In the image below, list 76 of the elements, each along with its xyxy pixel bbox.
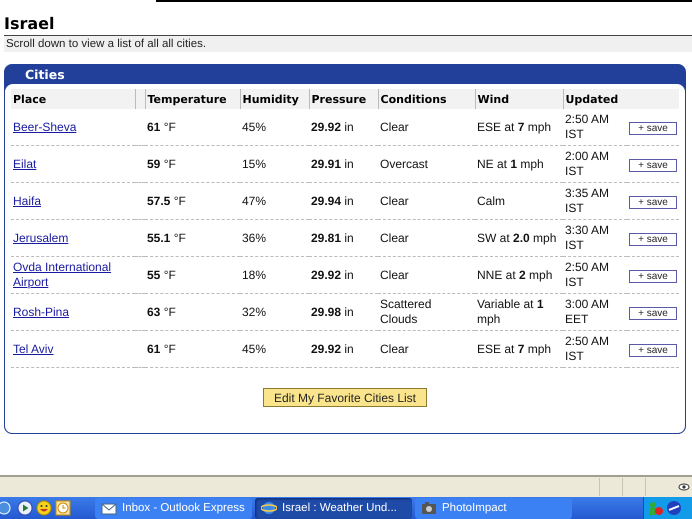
panel-title: Cities bbox=[25, 67, 65, 82]
column-header: Wind bbox=[475, 89, 563, 109]
save-button[interactable]: + save bbox=[629, 158, 677, 172]
updated-cell: 2:50 AM IST bbox=[565, 260, 610, 289]
temperature-cell: 61 °F bbox=[147, 120, 176, 134]
conditions-cell: Scattered Clouds bbox=[380, 297, 432, 326]
scroll-hint: Scroll down to view a list of all all cities. bbox=[6, 38, 206, 50]
temperature-cell: 57.5 °F bbox=[147, 194, 186, 208]
pressure-cell: 29.98 in bbox=[311, 304, 354, 318]
save-button[interactable]: + save bbox=[629, 306, 677, 320]
pressure-cell: 29.92 in bbox=[311, 342, 354, 356]
wind-cell: Variable at 1 mph bbox=[477, 297, 544, 326]
column-header: Conditions bbox=[378, 89, 475, 109]
humidity-cell: 45% bbox=[242, 120, 266, 134]
save-button[interactable]: + save bbox=[629, 196, 677, 208]
eye-icon bbox=[678, 481, 690, 493]
column-header: Temperature bbox=[145, 89, 240, 109]
temperature-cell: 61 °F bbox=[147, 342, 176, 356]
browser-icon bbox=[261, 500, 277, 516]
humidity-cell: 45% bbox=[242, 342, 266, 356]
updated-cell: 3:35 AM IST bbox=[565, 186, 610, 215]
temperature-cell: 55 °F bbox=[147, 268, 176, 282]
city-link[interactable]: Rosh-Pina bbox=[13, 304, 70, 320]
updated-cell: 2:50 AM IST bbox=[565, 334, 610, 363]
column-header: Updated bbox=[563, 89, 679, 109]
column-header: Pressure bbox=[309, 89, 378, 109]
wind-cell: NE at 1 mph bbox=[477, 156, 544, 170]
humidity-cell: 18% bbox=[242, 268, 266, 282]
conditions-cell: Clear bbox=[380, 342, 409, 356]
wind-cell: ESE at 7 mph bbox=[477, 342, 552, 356]
save-button[interactable]: + save bbox=[629, 344, 677, 356]
conditions-cell: Overcast bbox=[380, 156, 428, 170]
conditions-cell: Clear bbox=[380, 230, 409, 244]
updated-cell: 2:50 AM IST bbox=[565, 112, 610, 141]
taskbar-button[interactable]: PhotoImpact bbox=[415, 498, 572, 518]
pressure-cell: 29.91 in bbox=[311, 156, 354, 170]
play-icon[interactable] bbox=[17, 500, 33, 516]
temperature-cell: 63 °F bbox=[147, 304, 176, 318]
humidity-cell: 36% bbox=[242, 230, 266, 244]
updated-cell: 2:00 AM IST bbox=[565, 149, 610, 178]
pressure-cell: 29.92 in bbox=[311, 268, 354, 282]
wind-cell: ESE at 7 mph bbox=[477, 120, 552, 134]
wind-cell: Calm bbox=[477, 194, 506, 208]
edit-favorites-button[interactable]: Edit My Favorite Cities List bbox=[262, 388, 428, 407]
city-link[interactable]: Eilat bbox=[13, 156, 36, 172]
updated-cell: 3:30 AM IST bbox=[565, 223, 610, 252]
save-button[interactable]: + save bbox=[629, 122, 677, 134]
city-link[interactable]: Ovda International Airport bbox=[13, 260, 133, 290]
pressure-cell: 29.81 in bbox=[311, 230, 354, 244]
city-link[interactable]: Beer-Sheva bbox=[13, 120, 76, 134]
city-link[interactable]: Haifa bbox=[13, 194, 42, 208]
clock-icon[interactable] bbox=[55, 500, 71, 516]
updated-cell: 3:00 AM EET bbox=[565, 297, 610, 326]
pressure-cell: 29.92 in bbox=[311, 120, 354, 134]
pressure-cell: 29.94 in bbox=[311, 194, 354, 208]
temperature-cell: 55.1 °F bbox=[147, 230, 186, 244]
city-link[interactable]: Tel Aviv bbox=[13, 342, 54, 356]
save-button[interactable]: + save bbox=[629, 270, 677, 282]
conditions-cell: Clear bbox=[380, 268, 409, 282]
humidity-cell: 15% bbox=[242, 156, 266, 170]
conditions-cell: Clear bbox=[380, 120, 409, 134]
save-button[interactable]: + save bbox=[629, 232, 677, 246]
humidity-cell: 47% bbox=[242, 194, 266, 208]
network-icon[interactable] bbox=[666, 500, 682, 516]
camera-icon bbox=[421, 500, 437, 516]
smiley-icon[interactable] bbox=[36, 500, 52, 516]
temperature-cell: 59 °F bbox=[147, 156, 176, 170]
conditions-cell: Clear bbox=[380, 194, 409, 208]
city-link[interactable]: Jerusalem bbox=[13, 230, 68, 246]
column-header: Place bbox=[11, 89, 135, 109]
taskbar-button[interactable]: Israel : Weather Und... bbox=[255, 498, 412, 518]
column-header: Humidity bbox=[240, 89, 309, 109]
humidity-cell: 32% bbox=[242, 304, 266, 318]
taskbar-button[interactable]: Inbox - Outlook Express bbox=[95, 498, 252, 518]
wind-cell: SW at 2.0 mph bbox=[477, 230, 556, 244]
wind-cell: NNE at 2 mph bbox=[477, 268, 552, 282]
